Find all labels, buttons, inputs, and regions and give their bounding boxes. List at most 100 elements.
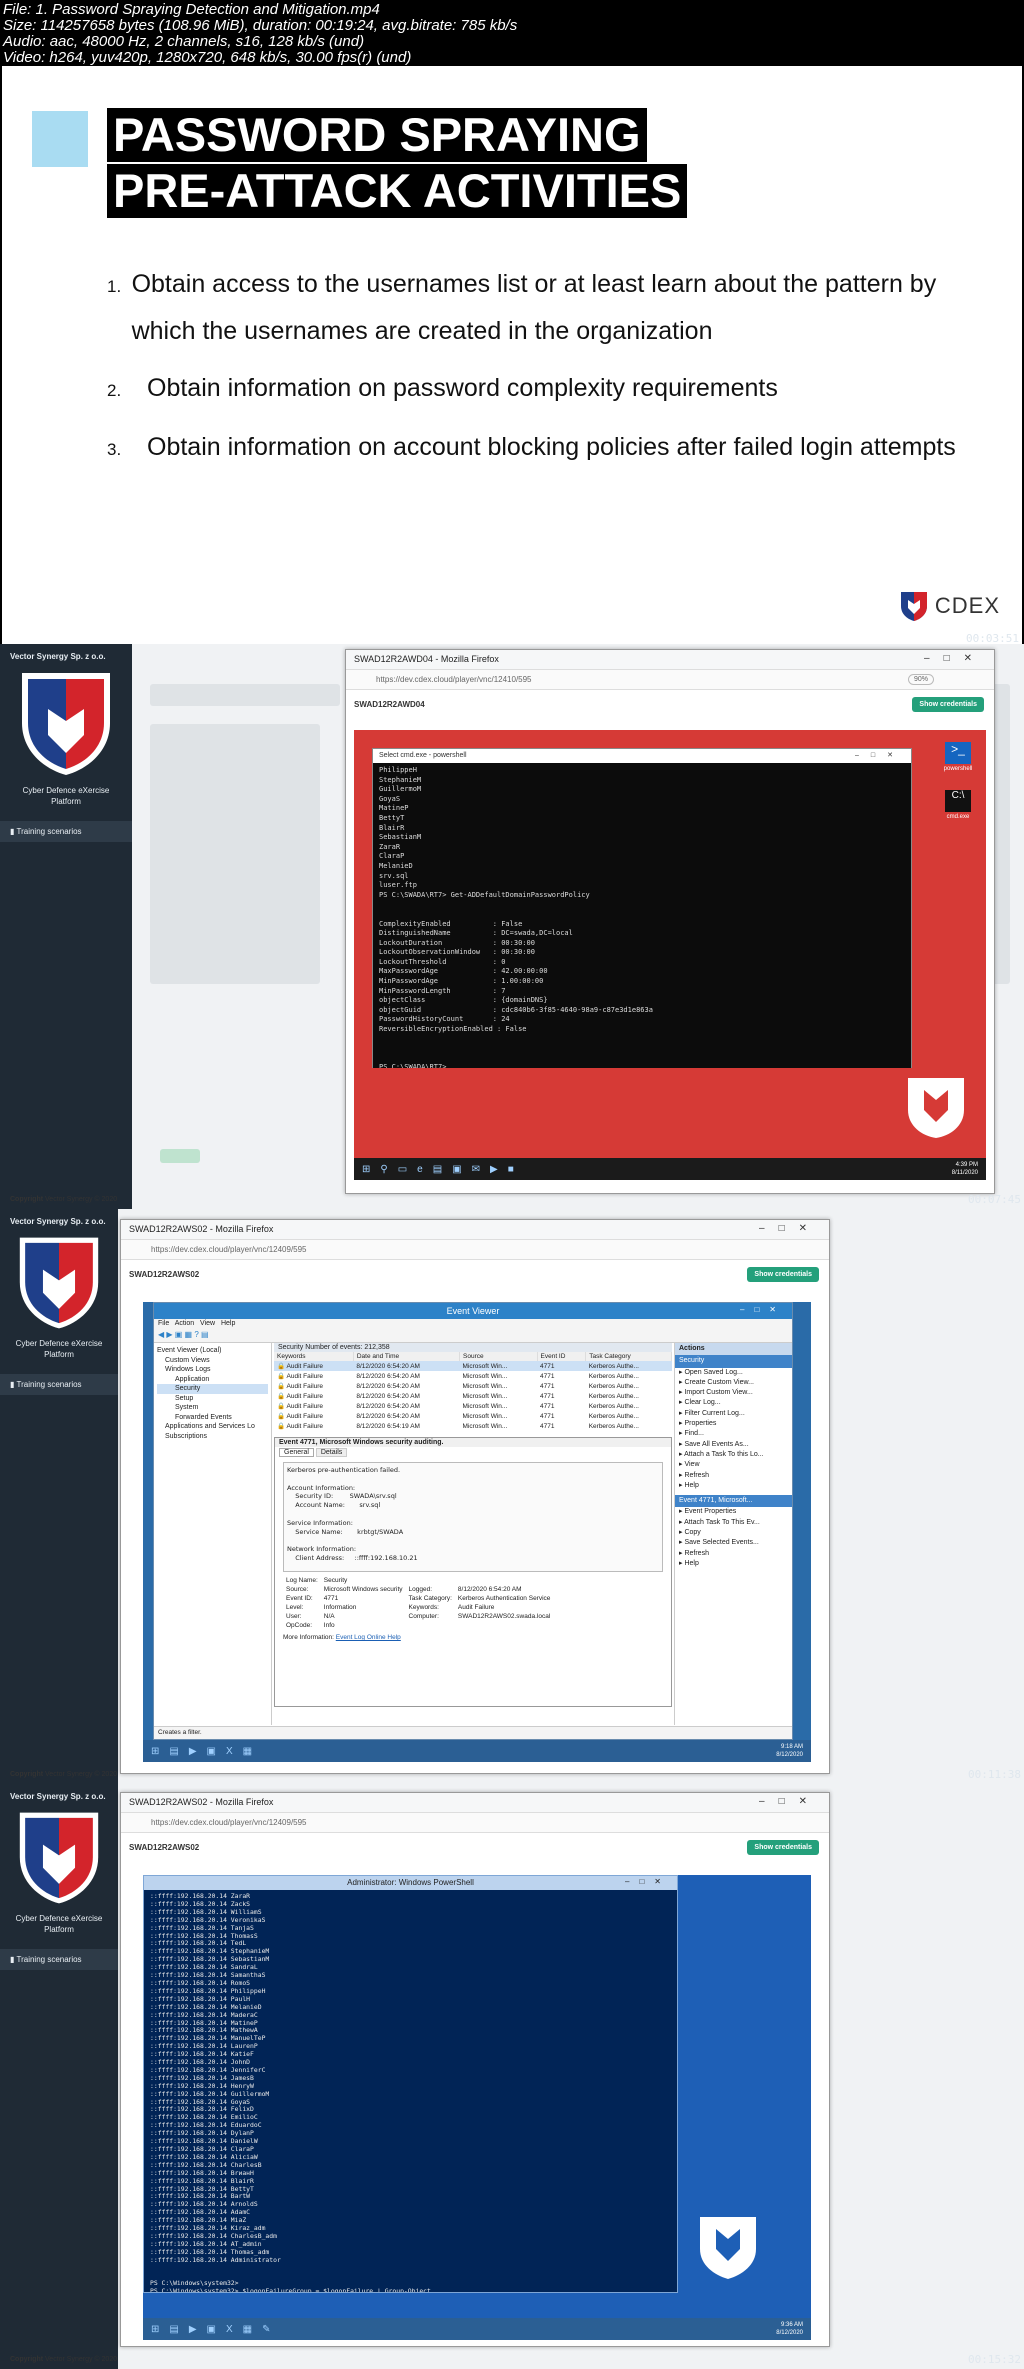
excel-icon[interactable]: X [226,1746,233,1757]
column-header[interactable]: Source [459,1352,538,1361]
list-number: 3. [107,440,122,459]
actions-section-event[interactable]: Event 4771, Microsoft... [675,1495,792,1508]
powershell-taskbar-icon[interactable]: ▶ [189,1746,197,1757]
powershell-window[interactable]: Administrator: Windows PowerShell –□✕ ::f… [143,1875,678,2293]
menu-action[interactable]: Action [175,1320,194,1327]
tree-item-selected[interactable]: Security [157,1384,268,1394]
start-icon[interactable]: ⊞ [151,1746,159,1757]
store-icon[interactable]: ▣ [452,1164,461,1175]
action-item[interactable]: ▸ Refresh [675,1549,792,1559]
actions-section-security[interactable]: Security [675,1355,792,1368]
explorer-icon[interactable]: ▤ [433,1164,442,1175]
explorer-icon[interactable]: ▣ [207,2324,216,2335]
action-item[interactable]: ▸ Create Custom View... [675,1378,792,1388]
taskview-icon[interactable]: ▭ [398,1164,407,1175]
tree-item[interactable]: System [157,1403,268,1413]
tree-item[interactable]: Setup [157,1394,268,1404]
explorer-icon[interactable]: ▣ [207,1746,216,1757]
search-icon[interactable]: ⚲ [380,1164,387,1175]
window-controls[interactable]: –□✕ [924,653,986,664]
menu-file[interactable]: File [158,1320,169,1327]
column-header[interactable]: Event ID [537,1352,587,1361]
action-item[interactable]: ▸ Copy [675,1528,792,1538]
tab-details[interactable]: Details [315,1448,348,1457]
event-viewer-window[interactable]: Event Viewer –□✕ File Action View Help ◀ … [153,1302,793,1740]
terminal-window[interactable]: Select cmd.exe - powershell –□✕ PhilippeH… [372,748,912,1068]
table-row[interactable]: 🔒 Audit Failure 8/12/2020 6:54:20 AM Micro… [274,1411,672,1421]
action-item[interactable]: ▸ Refresh [675,1471,792,1481]
server-manager-icon[interactable]: ▤ [169,2324,178,2335]
event-viewer-taskbar-icon[interactable]: ▦ [243,2324,252,2335]
tool-taskbar-icon[interactable]: ✎ [262,2324,270,2335]
menu-view[interactable]: View [200,1320,215,1327]
window-controls[interactable]: –□✕ [759,1796,821,1807]
event-viewer-taskbar-icon[interactable]: ▦ [243,1746,252,1757]
action-item[interactable]: ▸ Properties [675,1419,792,1429]
url-bar[interactable]: https://dev.cdex.cloud/player/vnc/12410/… [346,670,994,690]
start-icon[interactable]: ⊞ [151,2324,159,2335]
action-item[interactable]: ▸ Clear Log... [675,1398,792,1408]
remote-desktop[interactable]: Administrator: Windows PowerShell –□✕ ::f… [143,1875,811,2340]
events-table: Keywords Date and Time Source Event ID T… [274,1352,672,1431]
remote-desktop[interactable]: Event Viewer –□✕ File Action View Help ◀ … [143,1302,811,1762]
tree-item[interactable]: Applications and Services Lo [157,1422,268,1432]
action-item[interactable]: ▸ Import Custom View... [675,1388,792,1398]
table-row[interactable]: 🔒 Audit Failure 8/12/2020 6:54:20 AM Micro… [274,1401,672,1411]
server-manager-icon[interactable]: ▤ [169,1746,178,1757]
tree-item[interactable]: Event Viewer (Local) [157,1346,268,1356]
action-item[interactable]: ▸ Help [675,1481,792,1491]
zoom-level[interactable]: 90% [907,674,934,685]
table-row[interactable]: 🔒 Audit Failure 8/12/2020 6:54:20 AM Micro… [274,1371,672,1381]
table-row[interactable]: 🔒 Audit Failure 8/12/2020 6:54:20 AM Micro… [274,1361,672,1371]
tree-item[interactable]: Custom Views [157,1356,268,1366]
wolf-shield-icon [700,2217,756,2279]
action-item[interactable]: ▸ Save All Events As... [675,1440,792,1450]
nav-label: Training scenarios [16,827,82,836]
powershell-taskbar-icon[interactable]: ▶ [189,2324,197,2335]
tab-general[interactable]: General [279,1448,314,1457]
powershell-taskbar-icon[interactable]: ▶ [490,1164,498,1175]
mail-icon[interactable]: ✉ [472,1164,480,1175]
toolbar-icons[interactable]: ◀ ▶ ▣ ▦ ? ▤ [154,1330,209,1339]
table-row[interactable]: 🔒 Audit Failure 8/12/2020 6:54:20 AM Micro… [274,1391,672,1401]
action-item[interactable]: ▸ Filter Current Log... [675,1409,792,1419]
nav-training-scenarios[interactable]: ▮ Training scenarios [0,1374,118,1395]
action-item[interactable]: ▸ Event Properties [675,1507,792,1517]
table-cell: Kerberos Authe... [588,1402,639,1410]
desktop-icon-cmd[interactable]: C:\ cmd.exe [942,790,974,820]
edge-icon[interactable]: e [417,1164,423,1175]
action-item[interactable]: ▸ Open Saved Log... [675,1368,792,1378]
cmd-taskbar-icon[interactable]: ■ [508,1164,514,1175]
action-item[interactable]: ▸ Find... [675,1429,792,1439]
window-title: SWAD12R2AWS02 - Mozilla Firefox [129,1797,274,1807]
table-cell: 4771 [540,1362,555,1370]
url-bar[interactable]: https://dev.cdex.cloud/player/vnc/12409/… [121,1813,829,1833]
nav-training-scenarios[interactable]: ▮ Training scenarios [0,1949,118,1970]
remote-desktop[interactable]: Select cmd.exe - powershell –□✕ PhilippeH… [354,730,986,1180]
column-header[interactable]: Keywords [274,1352,354,1361]
tree-item[interactable]: Forwarded Events [157,1413,268,1423]
column-header[interactable]: Task Category [585,1352,672,1361]
show-credentials-button[interactable]: Show credentials [747,1840,819,1855]
action-item[interactable]: ▸ Attach Task To This Ev... [675,1518,792,1528]
tree-item[interactable]: Application [157,1375,268,1385]
action-item[interactable]: ▸ Attach a Task To this Lo... [675,1450,792,1460]
tree-item[interactable]: Subscriptions [157,1432,268,1442]
window-controls[interactable]: –□✕ [759,1223,821,1234]
menu-help[interactable]: Help [221,1320,235,1327]
column-header[interactable]: Date and Time [353,1352,461,1361]
url-bar[interactable]: https://dev.cdex.cloud/player/vnc/12409/… [121,1240,829,1260]
excel-icon[interactable]: X [226,2324,233,2335]
table-row[interactable]: 🔒 Audit Failure 8/12/2020 6:54:20 AM Micro… [274,1381,672,1391]
action-item[interactable]: ▸ View [675,1460,792,1470]
show-credentials-button[interactable]: Show credentials [912,697,984,712]
tree-item[interactable]: Windows Logs [157,1365,268,1375]
start-icon[interactable]: ⊞ [362,1164,370,1175]
action-item[interactable]: ▸ Save Selected Events... [675,1538,792,1548]
desktop-icon-powershell[interactable]: >_ powershell [942,742,974,772]
show-credentials-button[interactable]: Show credentials [747,1267,819,1282]
action-item[interactable]: ▸ Help [675,1559,792,1569]
online-help-link[interactable]: Event Log Online Help [336,1634,401,1641]
nav-training-scenarios[interactable]: ▮ Training scenarios [0,821,132,842]
table-row[interactable]: 🔒 Audit Failure 8/12/2020 6:54:19 AM Micro… [274,1421,672,1431]
